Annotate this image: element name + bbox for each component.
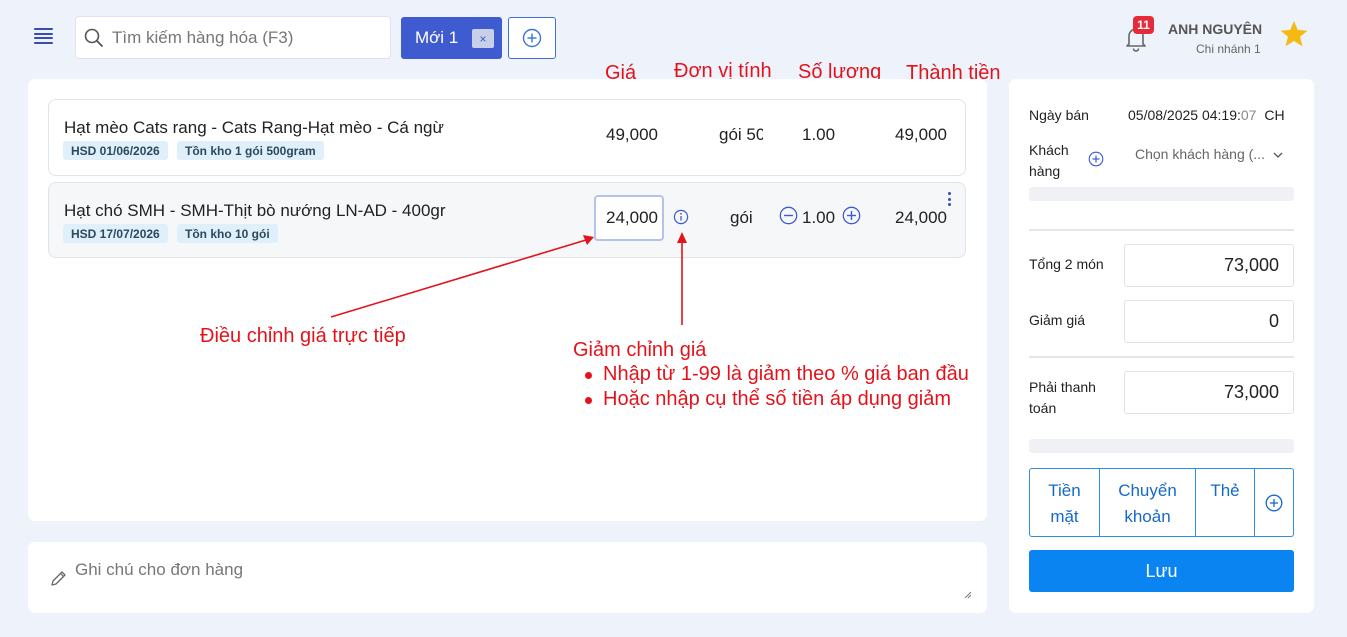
annotation-discount-list: Nhập từ 1-99 là giảm theo % giá ban đầu … [583, 362, 969, 412]
divider [1029, 356, 1294, 358]
resize-grip-icon[interactable] [964, 591, 972, 599]
payable-label-line: toán [1029, 400, 1057, 416]
sale-date-suffix: CH [1264, 107, 1285, 123]
pay-label: Chuyển [1118, 481, 1177, 500]
pay-label: mặt [1050, 507, 1079, 526]
annotation-point: Hoặc nhập cụ thể số tiền áp dụng giảm [583, 387, 969, 412]
payment-methods: Tiền mặt Chuyển khoản Thẻ [1029, 468, 1294, 537]
pay-cash-button[interactable]: Tiền mặt [1030, 469, 1100, 536]
annotation-discount-title: Giảm chỉnh giá [573, 339, 707, 361]
customer-info-bar [1029, 187, 1294, 201]
pay-label: khoản [1124, 507, 1171, 526]
annotation-point: Nhập từ 1-99 là giảm theo % giá ban đầu [583, 362, 969, 387]
payment-info-bar [1029, 439, 1294, 453]
order-summary-panel: Ngày bán 05/08/2025 04:19:07 CH Khách hà… [1009, 79, 1314, 613]
payable-value: 73,000 [1124, 371, 1294, 414]
customer-select[interactable]: Chọn khách hàng (... [1135, 146, 1283, 162]
customer-label: Khách hàng [1029, 140, 1069, 182]
customer-select-value: Chọn khách hàng (... [1135, 146, 1265, 162]
divider [1029, 229, 1294, 231]
sale-date-seconds: 07 [1240, 107, 1257, 123]
pay-transfer-button[interactable]: Chuyển khoản [1100, 469, 1196, 536]
arrow-to-price-input [330, 239, 587, 318]
plus-circle-icon [1265, 494, 1283, 511]
pay-label: Thẻ [1210, 481, 1240, 500]
order-note-input[interactable] [75, 560, 965, 600]
customer-label-line: Khách [1029, 142, 1069, 158]
add-customer-icon[interactable] [1088, 151, 1104, 167]
total-value: 73,000 [1124, 244, 1294, 287]
total-label: Tổng 2 món [1029, 256, 1104, 272]
payable-label: Phải thanh toán [1029, 377, 1096, 419]
discount-label: Giảm giá [1029, 312, 1086, 328]
annotation-direct-price: Điều chỉnh giá trực tiếp [200, 325, 406, 347]
payable-label-line: Phải thanh [1029, 379, 1096, 395]
pay-card-button[interactable]: Thẻ [1196, 469, 1255, 536]
arrowhead [677, 232, 687, 243]
pay-label: Tiền [1048, 481, 1081, 500]
sale-date-value[interactable]: 05/08/2025 04:19:07 CH [1128, 107, 1285, 123]
save-button[interactable]: Lưu [1029, 550, 1294, 592]
add-payment-button[interactable] [1255, 469, 1293, 536]
chevron-down-icon [1273, 152, 1283, 158]
customer-label-line: hàng [1029, 163, 1061, 179]
sale-date-label: Ngày bán [1029, 107, 1089, 123]
pencil-icon [51, 571, 66, 586]
sale-date-time: 05/08/2025 04:19: [1128, 107, 1241, 123]
discount-input[interactable]: 0 [1124, 300, 1294, 343]
order-note-box [28, 542, 987, 613]
